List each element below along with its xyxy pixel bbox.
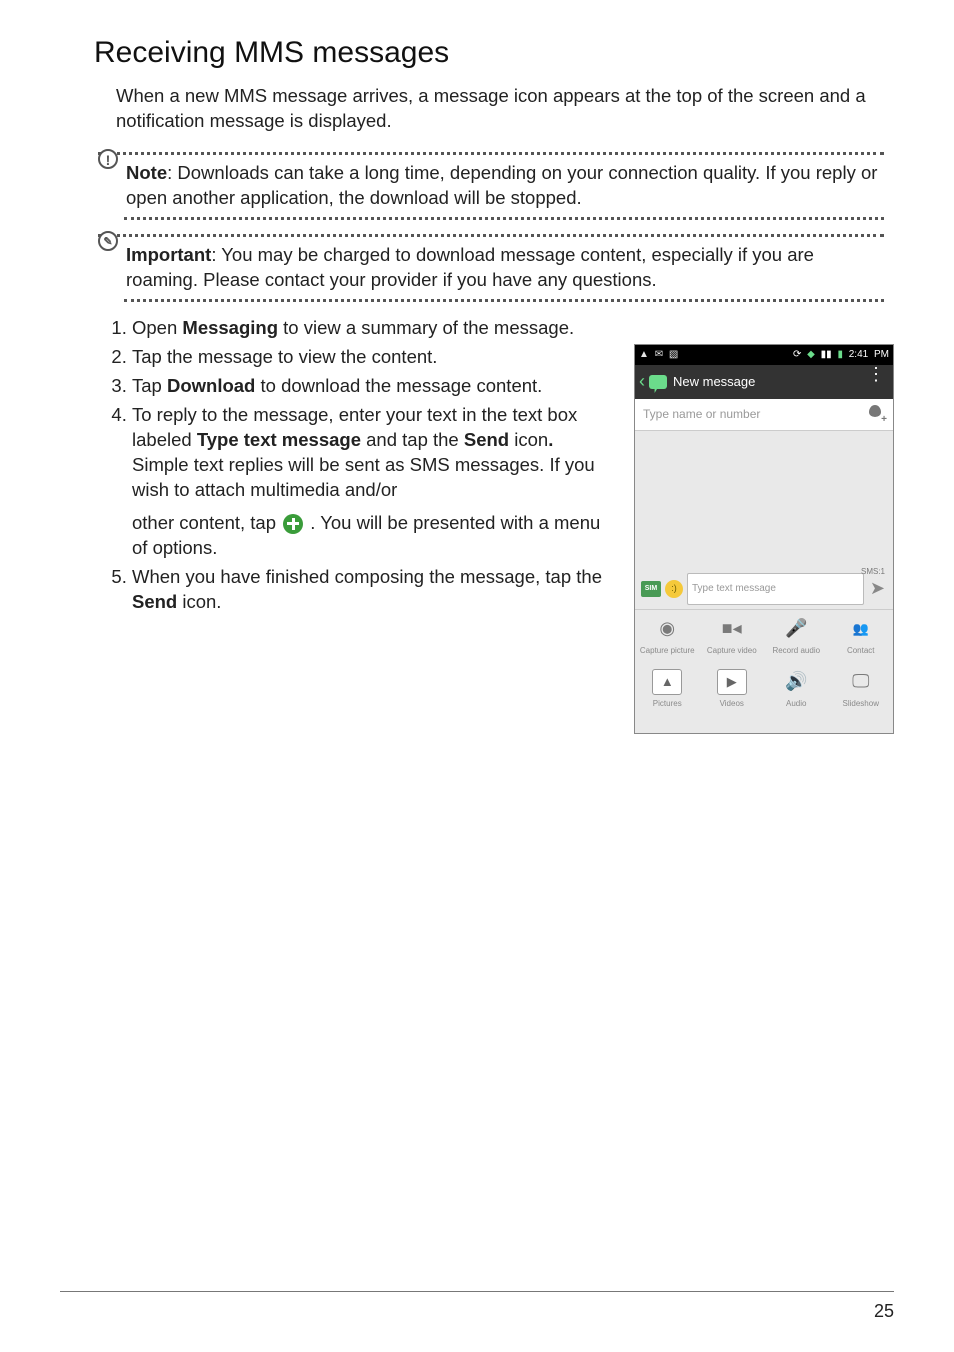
message-area <box>635 431 893 569</box>
divider <box>98 152 884 155</box>
sync-icon: ⟳ <box>793 349 801 360</box>
mail-icon: ✉ <box>655 349 663 360</box>
attach-contact[interactable]: 👥 Contact <box>829 610 894 663</box>
emoji-button[interactable] <box>665 580 683 598</box>
recipient-row: Type name or number <box>635 399 893 431</box>
alert-icon: ! <box>98 161 126 182</box>
status-bar: ▲ ✉ ▧ ⟳ ◆ ▮▮ ▮ 2:41 PM <box>635 345 893 365</box>
warning-icon: ▲ <box>639 349 649 360</box>
attach-videos[interactable]: ▶ Videos <box>700 663 765 716</box>
picture-icon: ▲ <box>652 669 682 695</box>
message-input[interactable]: Type text message <box>687 573 864 605</box>
microphone-icon: 🎤 <box>781 616 811 642</box>
step-3: Tap Download to download the message con… <box>132 374 614 399</box>
clock-time: 2:41 <box>849 349 868 360</box>
header-title: New message <box>673 374 755 389</box>
recipient-input[interactable]: Type name or number <box>643 407 760 421</box>
step-1: Open Messaging to view a summary of the … <box>132 316 614 341</box>
intro-paragraph: When a new MMS message arrives, a messag… <box>116 84 874 134</box>
divider <box>98 234 884 237</box>
step-2: Tap the message to view the content. <box>132 345 614 370</box>
important-label: Important <box>126 244 211 265</box>
note-label: Note <box>126 162 167 183</box>
wifi-icon: ◆ <box>807 349 815 360</box>
attach-slideshow[interactable]: 🖵 Slideshow <box>829 663 894 716</box>
divider <box>124 217 884 220</box>
speaker-icon: 🔊 <box>781 669 811 695</box>
app-header: ‹ New message ⋮ <box>635 365 893 399</box>
steps-list: Open Messaging to view a summary of the … <box>104 316 614 734</box>
plus-icon <box>283 514 303 534</box>
note-text: : Downloads can take a long time, depend… <box>126 162 877 208</box>
add-contact-button[interactable] <box>867 405 885 423</box>
slideshow-icon: 🖵 <box>846 669 876 695</box>
step-4: To reply to the message, enter your text… <box>132 403 614 561</box>
signal-icon: ▮▮ <box>821 349 832 360</box>
clock-ampm: PM <box>871 349 889 360</box>
battery-icon: ▮ <box>837 349 843 360</box>
important-text: : You may be charged to download message… <box>126 244 814 290</box>
phone-screenshot: ▲ ✉ ▧ ⟳ ◆ ▮▮ ▮ 2:41 PM ‹ New message ⋮ <box>634 344 894 734</box>
play-icon: ▶ <box>717 669 747 695</box>
footer-divider <box>60 1291 894 1292</box>
back-button[interactable]: ‹ <box>635 371 649 392</box>
divider <box>124 299 884 302</box>
send-button[interactable]: ➤ <box>868 578 887 599</box>
pen-icon: ✎ <box>98 243 126 263</box>
picture-icon: ▧ <box>669 349 678 360</box>
contact-icon: 👥 <box>846 616 876 642</box>
camera-icon: ◉ <box>652 616 682 642</box>
attach-capture-video[interactable]: ■◂ Capture video <box>700 610 765 663</box>
attach-record-audio[interactable]: 🎤 Record audio <box>764 610 829 663</box>
attach-pictures[interactable]: ▲ Pictures <box>635 663 700 716</box>
note-block: ! Note: Downloads can take a long time, … <box>98 152 884 220</box>
important-block: ✎ Important: You may be charged to downl… <box>98 234 884 302</box>
compose-bar: SMS:1 SIM Type text message ➤ <box>635 569 893 609</box>
page-number: 25 <box>874 1301 894 1322</box>
message-icon <box>649 375 667 389</box>
overflow-menu-button[interactable]: ⋮ <box>867 371 885 377</box>
section-heading: Receiving MMS messages <box>94 36 894 70</box>
sim-chip[interactable]: SIM <box>641 581 661 597</box>
video-camera-icon: ■◂ <box>717 616 747 642</box>
attach-capture-picture[interactable]: ◉ Capture picture <box>635 610 700 663</box>
attachment-grid: ◉ Capture picture ■◂ Capture video 🎤 Rec… <box>635 609 893 716</box>
step-5: When you have finished composing the mes… <box>132 565 614 615</box>
sms-counter: SMS:1 <box>861 567 885 576</box>
attach-audio[interactable]: 🔊 Audio <box>764 663 829 716</box>
